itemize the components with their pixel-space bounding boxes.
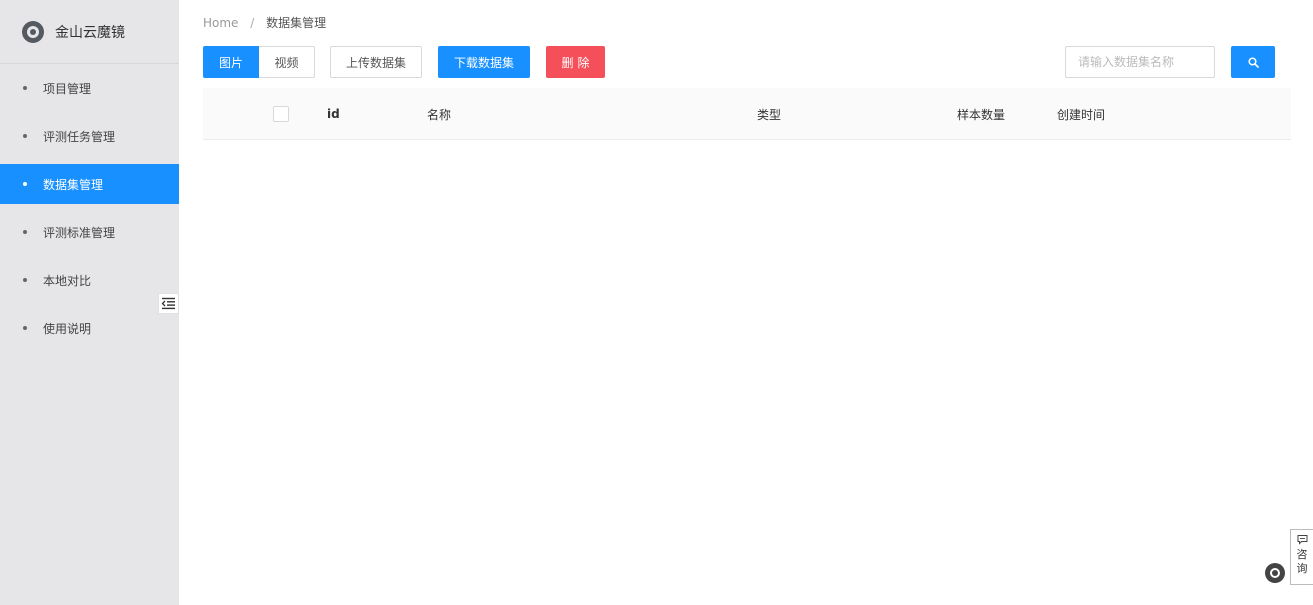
- sidebar-item-projects[interactable]: 项目管理: [0, 68, 179, 108]
- select-all-checkbox[interactable]: [273, 106, 289, 122]
- media-type-toggle: 图片 视频: [203, 46, 315, 78]
- sidebar-item-eval-standards[interactable]: 评测标准管理: [0, 212, 179, 252]
- sidebar-item-local-compare[interactable]: 本地对比: [0, 260, 179, 300]
- delete-button[interactable]: 删除: [546, 46, 605, 78]
- breadcrumb-separator: /: [250, 16, 255, 30]
- segment-video-button[interactable]: 视频: [259, 46, 315, 78]
- column-header-name[interactable]: 名称: [427, 88, 451, 140]
- bullet-icon: [23, 230, 27, 234]
- segment-image-button[interactable]: 图片: [203, 46, 259, 78]
- upload-dataset-button[interactable]: 上传数据集: [330, 46, 422, 78]
- sidebar-collapse-button[interactable]: [158, 293, 179, 314]
- bullet-icon: [23, 278, 27, 282]
- brand-logo-icon: [22, 20, 44, 43]
- consult-widget[interactable]: 咨询: [1290, 529, 1313, 585]
- sidebar-item-usage-guide[interactable]: 使用说明: [0, 308, 179, 348]
- chrome-icon[interactable]: [1265, 563, 1285, 583]
- consult-label: 咨询: [1296, 548, 1308, 575]
- brand-title: 金山云魔镜: [55, 24, 125, 41]
- sidebar-item-label: 评测标准管理: [43, 225, 116, 240]
- sidebar-item-label: 评测任务管理: [43, 129, 116, 144]
- sidebar-item-label: 项目管理: [43, 81, 92, 96]
- breadcrumb-current: 数据集管理: [266, 16, 327, 30]
- chat-icon: [1297, 535, 1307, 545]
- bullet-icon: [23, 86, 27, 90]
- menu-fold-icon: [161, 297, 175, 310]
- sidebar-item-datasets[interactable]: 数据集管理: [0, 164, 179, 204]
- column-header-id[interactable]: id: [327, 88, 340, 140]
- search-icon: [1247, 56, 1259, 68]
- breadcrumb: Home / 数据集管理: [203, 14, 326, 31]
- app-root: 金山云魔镜 项目管理 评测任务管理 数据集管理 评测标准管理 本地对比 使用说明…: [0, 0, 1313, 605]
- sidebar: 金山云魔镜 项目管理 评测任务管理 数据集管理 评测标准管理 本地对比 使用说明: [0, 0, 179, 605]
- sidebar-item-label: 数据集管理: [43, 177, 104, 192]
- sidebar-item-label: 使用说明: [43, 321, 92, 336]
- sidebar-item-eval-tasks[interactable]: 评测任务管理: [0, 116, 179, 156]
- brand[interactable]: 金山云魔镜: [0, 0, 179, 64]
- column-header-created-time[interactable]: 创建时间: [1057, 88, 1105, 140]
- table-header: id 名称 类型 样本数量 创建时间: [203, 88, 1291, 140]
- select-all-cell: [273, 88, 289, 140]
- column-header-type[interactable]: 类型: [757, 88, 781, 140]
- search-input[interactable]: [1065, 46, 1215, 78]
- bullet-icon: [23, 326, 27, 330]
- sidebar-menu: 项目管理 评测任务管理 数据集管理 评测标准管理 本地对比 使用说明: [0, 64, 179, 356]
- column-header-sample-count[interactable]: 样本数量: [957, 88, 1005, 140]
- download-dataset-button[interactable]: 下载数据集: [438, 46, 530, 78]
- search-button[interactable]: [1231, 46, 1275, 78]
- bullet-icon: [23, 182, 27, 186]
- sidebar-item-label: 本地对比: [43, 273, 92, 288]
- breadcrumb-home[interactable]: Home: [203, 16, 238, 30]
- bullet-icon: [23, 134, 27, 138]
